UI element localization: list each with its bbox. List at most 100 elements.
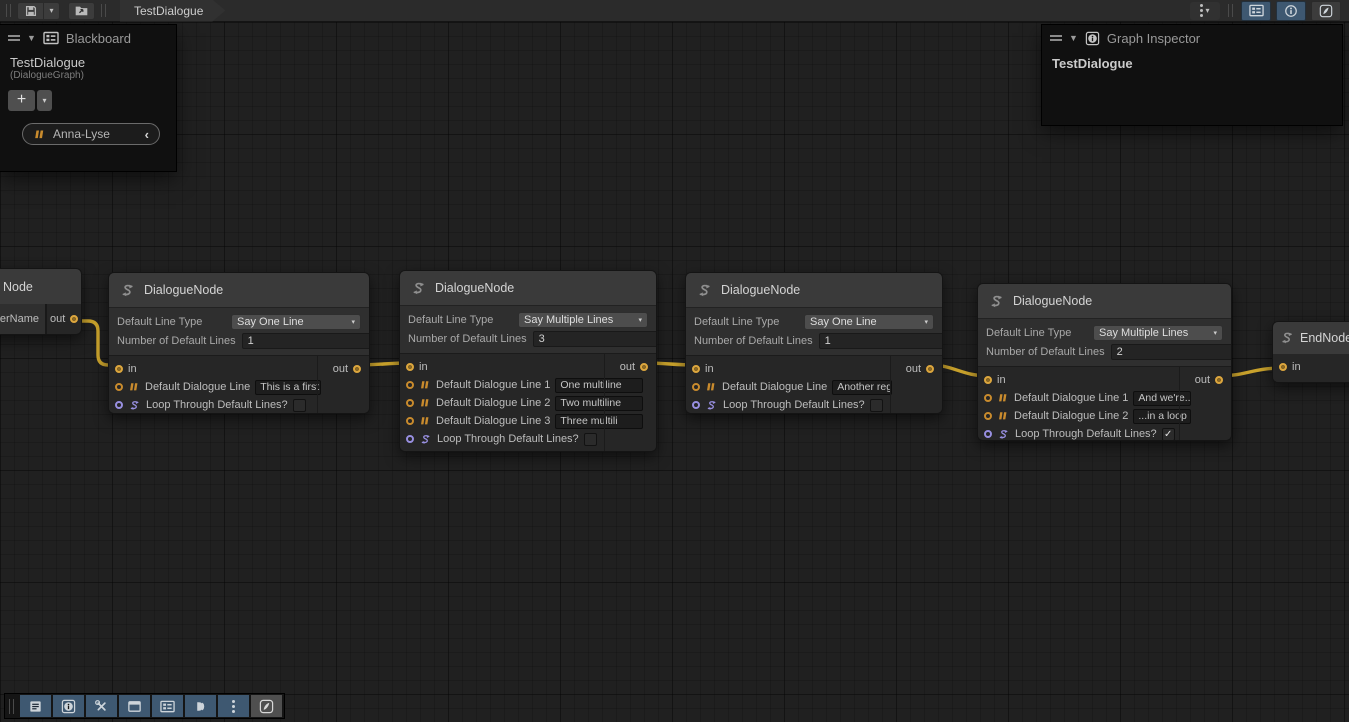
add-property-dropdown-button[interactable]: ▾ xyxy=(37,90,52,111)
in-port[interactable] xyxy=(984,376,992,384)
info-panel-button[interactable] xyxy=(53,695,84,717)
dialogue-line-field[interactable]: Another regu xyxy=(832,380,892,395)
loop-node-icon xyxy=(419,433,432,446)
dialogue-line-port[interactable] xyxy=(115,383,123,391)
node-title-bar[interactable]: EndNode xyxy=(1273,322,1349,354)
dialogue-node-4[interactable]: DialogueNode Default Line Type Say Multi… xyxy=(977,283,1232,441)
output-ports: out xyxy=(890,356,942,414)
graph-inspector-panel: ▼ Graph Inspector TestDialogue xyxy=(1042,25,1342,125)
info-icon xyxy=(1284,4,1298,18)
node-properties: Default Line Type Say Multiple Lines ▾ N… xyxy=(400,305,656,354)
node-title-bar[interactable]: Node xyxy=(0,269,81,304)
loop-port[interactable] xyxy=(115,401,123,409)
loop-port[interactable] xyxy=(406,435,414,443)
out-port[interactable] xyxy=(70,315,78,323)
in-port[interactable] xyxy=(1279,363,1287,371)
blackboard-header[interactable]: ▼ Blackboard xyxy=(0,25,176,51)
out-port[interactable] xyxy=(640,363,648,371)
property-name: Anna-Lyse xyxy=(53,127,110,141)
dialogue-line-port[interactable] xyxy=(692,383,700,391)
loop-checkbox[interactable] xyxy=(870,399,883,412)
line-count-field[interactable]: 3 xyxy=(533,331,657,347)
minimap-button[interactable] xyxy=(185,695,216,717)
line-type-dropdown[interactable]: Say Multiple Lines ▾ xyxy=(1093,325,1223,341)
chevron-down-icon: ▾ xyxy=(638,316,642,324)
collapse-chevron-icon[interactable]: ‹ xyxy=(145,127,149,142)
add-property-button[interactable]: + xyxy=(8,90,35,111)
out-port[interactable] xyxy=(926,365,934,373)
inspector-header[interactable]: ▼ Graph Inspector xyxy=(1042,25,1342,51)
node-title-bar[interactable]: DialogueNode xyxy=(978,284,1231,318)
node-title: Node xyxy=(3,280,33,294)
line-type-dropdown[interactable]: Say Multiple Lines ▾ xyxy=(518,312,648,328)
dialogue-node-2[interactable]: DialogueNode Default Line Type Say Multi… xyxy=(399,270,657,452)
line-count-field[interactable]: 1 xyxy=(819,333,943,349)
input-ports: in Default Dialogue Line 1 And we're... … xyxy=(978,367,1179,441)
save-dropdown-button[interactable]: ▾ xyxy=(44,2,60,20)
dialogue-node-3[interactable]: DialogueNode Default Line Type Say One L… xyxy=(685,272,943,414)
end-node[interactable]: EndNode in xyxy=(1272,321,1349,383)
graph-tab[interactable]: TestDialogue xyxy=(120,0,225,22)
line-type-dropdown[interactable]: Say One Line ▾ xyxy=(231,314,361,330)
in-port[interactable] xyxy=(406,363,414,371)
loop-port[interactable] xyxy=(984,430,992,438)
toolbar-drag-handle[interactable] xyxy=(101,4,106,17)
node-title-bar[interactable]: DialogueNode xyxy=(686,273,942,307)
document-icon xyxy=(28,699,43,714)
blackboard-icon xyxy=(43,30,59,46)
loop-checkbox[interactable] xyxy=(293,399,306,412)
speaker-name-dropdown[interactable]: kerName xyxy=(0,304,47,334)
options-menu-button[interactable]: ▾ xyxy=(1190,2,1220,20)
blackboard-toggle-button[interactable] xyxy=(152,695,183,717)
in-port[interactable] xyxy=(115,365,123,373)
loop-port[interactable] xyxy=(692,401,700,409)
more-options-button[interactable] xyxy=(218,695,249,717)
boxed-info-icon xyxy=(61,699,76,714)
loop-checkbox[interactable] xyxy=(584,433,597,446)
toolbar-drag-handle[interactable] xyxy=(6,4,11,17)
start-node[interactable]: Node kerName out xyxy=(0,268,82,335)
window-button[interactable] xyxy=(119,695,150,717)
drag-handle-icon[interactable] xyxy=(1050,35,1062,41)
drag-handle-icon[interactable] xyxy=(8,35,20,41)
dialogue-line-port[interactable] xyxy=(406,417,414,425)
toolbar-drag-handle[interactable] xyxy=(1228,4,1233,17)
loop-label: Loop Through Default Lines? xyxy=(437,433,579,445)
out-port-label: out xyxy=(620,361,635,373)
dialogue-node-icon xyxy=(696,282,713,299)
quote-icon xyxy=(997,410,1009,422)
tools-button[interactable] xyxy=(86,695,117,717)
dialogue-node-1[interactable]: DialogueNode Default Line Type Say One L… xyxy=(108,272,370,414)
node-title-bar[interactable]: DialogueNode xyxy=(109,273,369,307)
node-title-bar[interactable]: DialogueNode xyxy=(400,271,656,305)
collapse-arrow-icon[interactable]: ▼ xyxy=(27,33,36,43)
line-type-value: Say Multiple Lines xyxy=(1099,327,1188,339)
dialogue-node-icon xyxy=(1279,330,1295,346)
blackboard-graph-name: TestDialogue xyxy=(0,51,176,70)
quill-panel-button[interactable] xyxy=(251,695,282,717)
dialogue-line-port[interactable] xyxy=(984,412,992,420)
toolbar-drag-handle[interactable] xyxy=(9,699,14,714)
dialogue-line-port[interactable] xyxy=(984,394,992,402)
collapse-arrow-icon[interactable]: ▼ xyxy=(1069,33,1078,43)
line-count-field[interactable]: 2 xyxy=(1111,344,1232,360)
console-panel-button[interactable] xyxy=(20,695,51,717)
toggle-blackboard-button[interactable] xyxy=(1241,1,1271,21)
save-button[interactable] xyxy=(17,2,44,20)
open-asset-button[interactable] xyxy=(68,2,95,20)
blackboard-property-pill[interactable]: Anna-Lyse ‹ xyxy=(22,123,160,145)
in-port[interactable] xyxy=(692,365,700,373)
out-port[interactable] xyxy=(1215,376,1223,384)
loop-checkbox[interactable]: ✓ xyxy=(1162,428,1175,441)
out-port[interactable] xyxy=(353,365,361,373)
toggle-preview-button[interactable] xyxy=(1311,1,1341,21)
line-type-dropdown[interactable]: Say One Line ▾ xyxy=(804,314,934,330)
quote-icon xyxy=(419,379,431,391)
dialogue-line-port[interactable] xyxy=(406,399,414,407)
node-properties: Default Line Type Say One Line ▾ Number … xyxy=(109,307,369,356)
dialogue-line-port[interactable] xyxy=(406,381,414,389)
line-count-field[interactable]: 1 xyxy=(242,333,370,349)
toggle-inspector-button[interactable] xyxy=(1276,1,1306,21)
kebab-icon xyxy=(232,700,235,713)
dialogue-line-field[interactable]: This is a first xyxy=(255,380,321,395)
